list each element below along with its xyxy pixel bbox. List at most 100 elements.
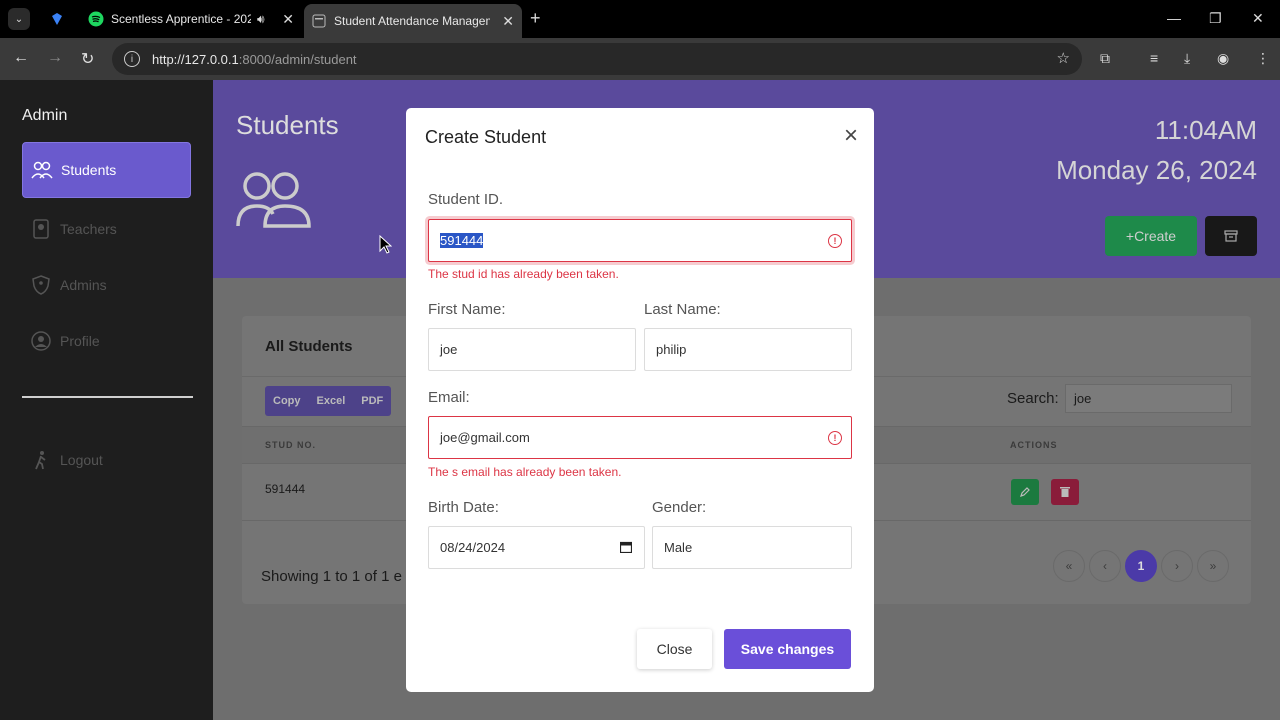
user-circle-icon [30,330,52,352]
clock-date: Monday 26, 2024 [1056,155,1257,185]
save-changes-button[interactable]: Save changes [724,629,851,669]
student-id-input[interactable]: 591444 ! [428,219,852,262]
gender-select[interactable]: Male [652,526,852,569]
users-icon [31,159,53,181]
page-current[interactable]: 1 [1125,550,1157,582]
pagination: « ‹ 1 › » [1053,550,1229,582]
archive-icon [1224,230,1238,242]
student-id-error: The stud id has already been taken. [428,267,619,281]
id-badge-icon [30,218,52,240]
birth-date-input[interactable]: 08/24/2024 [428,526,645,569]
tab-title: Scentless Apprentice - 2023 [111,12,251,26]
calendar-icon[interactable] [619,541,633,556]
browser-tab-bar: ⌄ Scentless Apprentice - 2023 🔊︎ ✕ Stude… [0,0,1280,38]
page-favicon-icon [312,14,326,28]
menu-icon[interactable]: ⋮ [1256,50,1270,67]
close-window-icon[interactable]: ✕ [1252,10,1264,27]
modal-close-icon[interactable]: × [844,122,858,150]
copy-button[interactable]: Copy [265,386,309,416]
sidebar-item-label: Profile [60,333,100,349]
cell-stud-no: 591444 [265,482,306,496]
sidebar-item-profile[interactable]: Profile [22,313,191,369]
close-tab-icon[interactable]: ✕ [282,11,294,28]
logout-label: Logout [60,452,103,468]
logout-link[interactable]: Logout [22,432,191,488]
tab-spotify[interactable]: Scentless Apprentice - 2023 🔊︎ ✕ [80,4,302,34]
sidebar-item-teachers[interactable]: Teachers [22,201,191,257]
sidebar-item-admins[interactable]: Admins [22,257,191,313]
last-name-input[interactable]: philip [644,328,852,371]
sidebar-item-label: Admins [60,277,107,293]
back-icon[interactable]: ← [13,49,29,67]
close-button[interactable]: Close [637,629,712,669]
close-tab-icon[interactable]: ✕ [502,13,514,30]
tab-active[interactable]: Student Attendance Manageme ✕ [304,4,522,38]
url-text: http://127.0.0.1:8000/admin/student [152,51,357,67]
modal-title: Create Student [425,127,547,147]
gender-label: Gender: [652,499,707,516]
create-student-modal: Create Student × Student ID. 591444 ! Th… [406,108,874,692]
birth-date-value: 08/24/2024 [440,540,506,555]
birth-date-label: Birth Date: [428,499,499,516]
delete-button[interactable] [1051,479,1079,505]
shield-icon [30,274,52,296]
minimize-icon[interactable]: — [1167,10,1181,26]
pdf-button[interactable]: PDF [353,386,391,416]
last-name-label: Last Name: [644,301,721,318]
restore-icon[interactable]: ❐ [1209,10,1222,27]
tab-title: Student Attendance Manageme [334,14,490,28]
sidebar: Admin Students Teachers Admins Profile L… [0,80,213,720]
trash-icon [1060,487,1070,497]
excel-button[interactable]: Excel [309,386,354,416]
address-bar[interactable]: i http://127.0.0.1:8000/admin/student ☆ [112,43,1082,75]
tab-search-button[interactable]: ⌄ [8,8,30,30]
reload-icon[interactable]: ↻ [81,49,94,69]
clock: 11:04AM Monday 26, 2024 [1056,110,1257,190]
table-info: Showing 1 to 1 of 1 e [261,568,402,585]
new-tab-button[interactable]: + [530,8,541,29]
walking-person-icon [30,449,52,471]
export-buttons: Copy Excel PDF [265,386,392,416]
spotify-icon [88,11,104,27]
page-title: Students [236,110,339,140]
first-name-input[interactable]: joe [428,328,636,371]
email-error: The s email has already been taken. [428,465,622,479]
student-id-label: Student ID. [428,191,504,208]
student-id-value: 591444 [440,233,484,248]
speaker-icon[interactable]: 🔊︎ [257,12,265,27]
sidebar-item-students[interactable]: Students [22,142,191,198]
forward-icon[interactable]: → [47,49,63,67]
sidebar-item-label: Teachers [60,221,117,237]
download-icon[interactable]: ⤓ [1184,50,1190,67]
card-title: All Students [265,338,353,355]
sidebar-title: Admin [22,107,68,124]
users-large-icon [235,170,313,235]
email-input[interactable]: joe@gmail.com ! [428,416,852,459]
media-control-icon[interactable]: ≡ [1150,50,1158,66]
first-name-label: First Name: [428,301,506,318]
bookmark-star-icon[interactable]: ☆ [1057,49,1070,67]
browser-toolbar: ← → ↻ i http://127.0.0.1:8000/admin/stud… [0,38,1280,80]
pinned-tab-icon[interactable] [44,7,70,31]
profile-avatar-icon[interactable]: ◉ [1217,50,1229,67]
sidebar-item-label: Students [61,162,117,178]
page-first[interactable]: « [1053,550,1085,582]
extensions-icon[interactable]: ⧉ [1100,50,1110,67]
edit-button[interactable] [1011,479,1039,505]
column-header-stud-no[interactable]: STUD NO. [265,440,316,450]
error-icon: ! [828,431,842,445]
page-next[interactable]: › [1161,550,1193,582]
search-input[interactable]: joe [1065,384,1232,413]
page-last[interactable]: » [1197,550,1229,582]
sidebar-divider [22,396,193,398]
column-header-actions: ACTIONS [1010,440,1058,450]
site-info-icon[interactable]: i [124,51,140,67]
create-button[interactable]: +Create [1105,216,1197,256]
error-icon: ! [828,234,842,248]
clock-time: 11:04AM [1154,115,1257,145]
pencil-icon [1020,487,1030,497]
page-prev[interactable]: ‹ [1089,550,1121,582]
archive-button[interactable] [1205,216,1257,256]
email-value: joe@gmail.com [440,430,530,445]
search-label: Search: [1007,390,1059,407]
